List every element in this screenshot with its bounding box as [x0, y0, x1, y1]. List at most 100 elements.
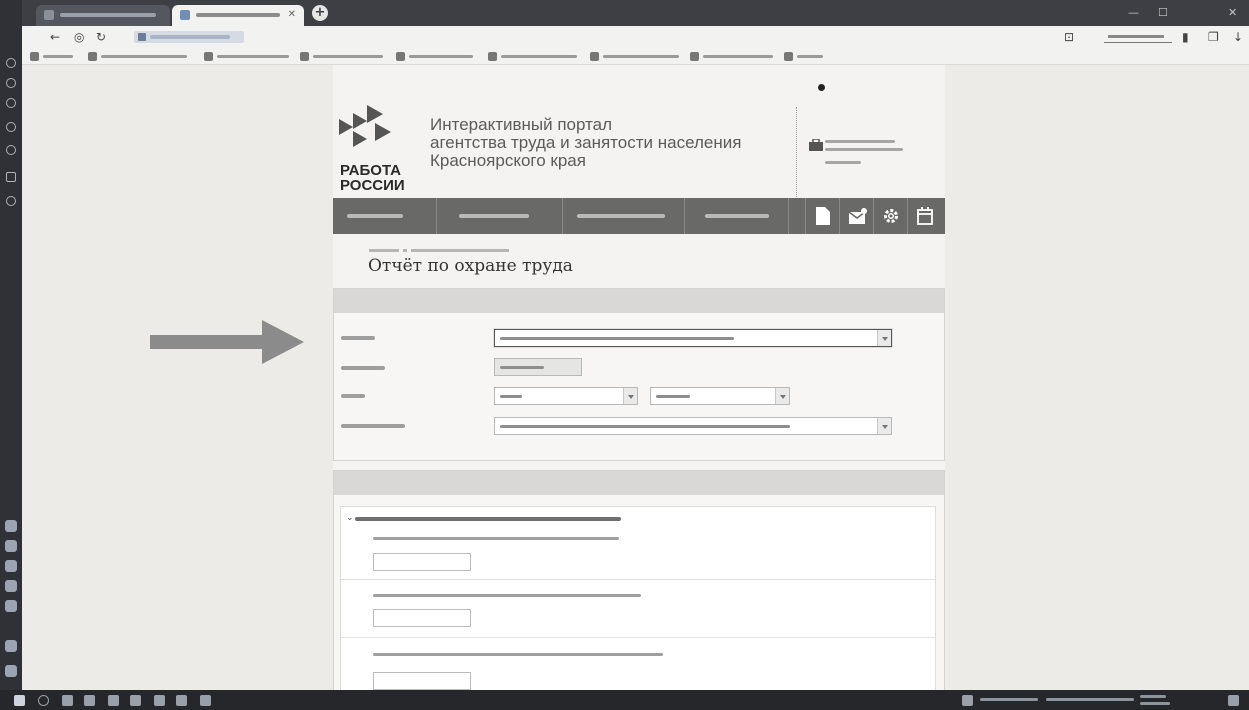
extension-icon[interactable]: ⊡	[1064, 30, 1074, 44]
sidebar-app-icon[interactable]	[5, 580, 17, 592]
visually-impaired-link[interactable]	[818, 84, 828, 93]
info-type-select[interactable]	[494, 329, 892, 347]
chevron-down-icon	[877, 418, 891, 434]
taskbar-app-icon[interactable]	[62, 695, 73, 706]
sidebar-settings-icon[interactable]	[6, 145, 16, 155]
bookmark-item[interactable]	[396, 52, 480, 61]
nav-item-citizens[interactable]	[333, 198, 437, 234]
annotation-arrow	[150, 320, 304, 364]
collections-icon[interactable]: ❐	[1208, 30, 1219, 44]
sidebar-home-icon[interactable]	[6, 58, 16, 68]
panel-header	[334, 471, 944, 495]
safety-specialists-input[interactable]	[373, 672, 471, 690]
download-icon[interactable]: ↓	[1233, 30, 1243, 44]
nav-item-information[interactable]	[685, 198, 789, 234]
sidebar-app-icon[interactable]	[5, 665, 17, 677]
sidebar-star-icon[interactable]	[6, 78, 16, 88]
question-text	[373, 594, 641, 597]
shield-icon[interactable]: ◎	[74, 30, 84, 44]
close-icon[interactable]: ✕	[288, 10, 296, 20]
sidebar-app-icon[interactable]	[5, 520, 17, 532]
browser-tab-active[interactable]: ✕	[172, 5, 304, 26]
sidebar-clock-icon[interactable]	[6, 122, 16, 132]
sidebar-app-icon[interactable]	[5, 560, 17, 572]
taskbar-app-icon[interactable]	[200, 695, 211, 706]
bookmark-item[interactable]	[590, 52, 686, 61]
sidebar-bell-icon[interactable]	[6, 196, 16, 206]
section-title[interactable]	[355, 517, 621, 521]
bookmark-item[interactable]	[784, 52, 828, 61]
sidebar-app-icon[interactable]	[5, 640, 17, 652]
bookmark-item[interactable]	[204, 52, 296, 61]
minimize-icon[interactable]: —	[1128, 6, 1139, 19]
breadcrumb	[369, 249, 519, 254]
taskbar-app-icon[interactable]	[154, 695, 165, 706]
notification-icon[interactable]	[1228, 695, 1239, 706]
search-icon[interactable]	[38, 695, 49, 706]
tab-label	[60, 13, 156, 17]
cabinet-user-line	[825, 161, 861, 164]
panel-header	[334, 289, 944, 313]
maximize-icon[interactable]: ☐	[1158, 6, 1168, 19]
sidebar-history-icon[interactable]	[6, 98, 16, 108]
refresh-icon[interactable]: ↻	[96, 30, 106, 44]
bookmark-icon	[690, 52, 699, 61]
clock-text	[1140, 695, 1166, 698]
taskbar-app-icon[interactable]	[130, 695, 141, 706]
nav-calendar-button[interactable]	[907, 198, 945, 234]
period-range-select[interactable]	[650, 387, 790, 405]
weather-icon[interactable]	[962, 695, 973, 706]
department-select[interactable]	[494, 417, 892, 435]
bookmark-item[interactable]	[30, 52, 80, 61]
back-arrow-icon[interactable]: ←	[50, 30, 60, 44]
browser-tab-bar: ✕ + — ☐ ✕	[0, 0, 1249, 26]
new-tab-button[interactable]: +	[312, 5, 328, 21]
nav-item-employment-service[interactable]	[563, 198, 685, 234]
portal-title-line: Красноярского края	[430, 151, 586, 170]
address-bar: ← ◎ ↻ ⊡ ▮ ❐ ↓	[22, 26, 1249, 48]
period-year-select[interactable]	[494, 387, 638, 405]
sidebar-app-icon[interactable]	[5, 600, 17, 612]
nav-document-button[interactable]	[805, 198, 839, 234]
bookmark-icon[interactable]: ▮	[1182, 30, 1189, 44]
tab-favicon-icon	[44, 10, 54, 20]
cabinet-user-line	[825, 140, 895, 143]
bookmark-item[interactable]	[690, 52, 780, 61]
nav-label	[347, 214, 403, 218]
taskbar-app-icon[interactable]	[84, 695, 95, 706]
collapse-toggle-icon[interactable]: ⌄	[346, 513, 354, 523]
logo-text: РАБОТА РОССИИ	[340, 162, 405, 194]
tray-icons[interactable]	[1046, 698, 1134, 701]
eye-icon	[818, 84, 825, 91]
nav-item-employers[interactable]	[437, 198, 563, 234]
nav-mail-button[interactable]	[839, 198, 873, 234]
sidebar-app-icon[interactable]	[5, 540, 17, 552]
bookmark-label	[43, 55, 73, 58]
taskbar-app-icon[interactable]	[176, 695, 187, 706]
document-icon	[816, 207, 830, 225]
personal-cabinet-panel	[796, 107, 945, 227]
reviews-link[interactable]	[1104, 30, 1172, 43]
lock-icon	[138, 33, 146, 41]
start-button[interactable]	[14, 695, 25, 706]
bookmark-label	[217, 55, 289, 58]
nav-settings-button[interactable]	[873, 198, 907, 234]
chevron-down-icon	[775, 388, 789, 404]
bookmark-item[interactable]	[488, 52, 584, 61]
gear-icon	[884, 209, 898, 223]
bookmark-item[interactable]	[300, 52, 390, 61]
close-window-icon[interactable]: ✕	[1228, 6, 1237, 19]
select-value	[500, 425, 790, 428]
sidebar-panel-icon[interactable]	[6, 172, 16, 182]
workplaces-count-input[interactable]	[373, 553, 471, 571]
divider	[341, 579, 935, 580]
bookmark-icon	[784, 52, 793, 61]
employee-count-input[interactable]	[373, 609, 471, 627]
breadcrumb-home-link[interactable]	[369, 249, 399, 252]
browser-tab[interactable]	[36, 5, 170, 26]
bookmark-label	[603, 55, 679, 58]
taskbar-app-icon[interactable]	[108, 695, 119, 706]
portal-title-line: Интерактивный портал	[430, 115, 613, 134]
url-field[interactable]	[134, 31, 244, 43]
bookmark-item[interactable]	[88, 52, 194, 61]
